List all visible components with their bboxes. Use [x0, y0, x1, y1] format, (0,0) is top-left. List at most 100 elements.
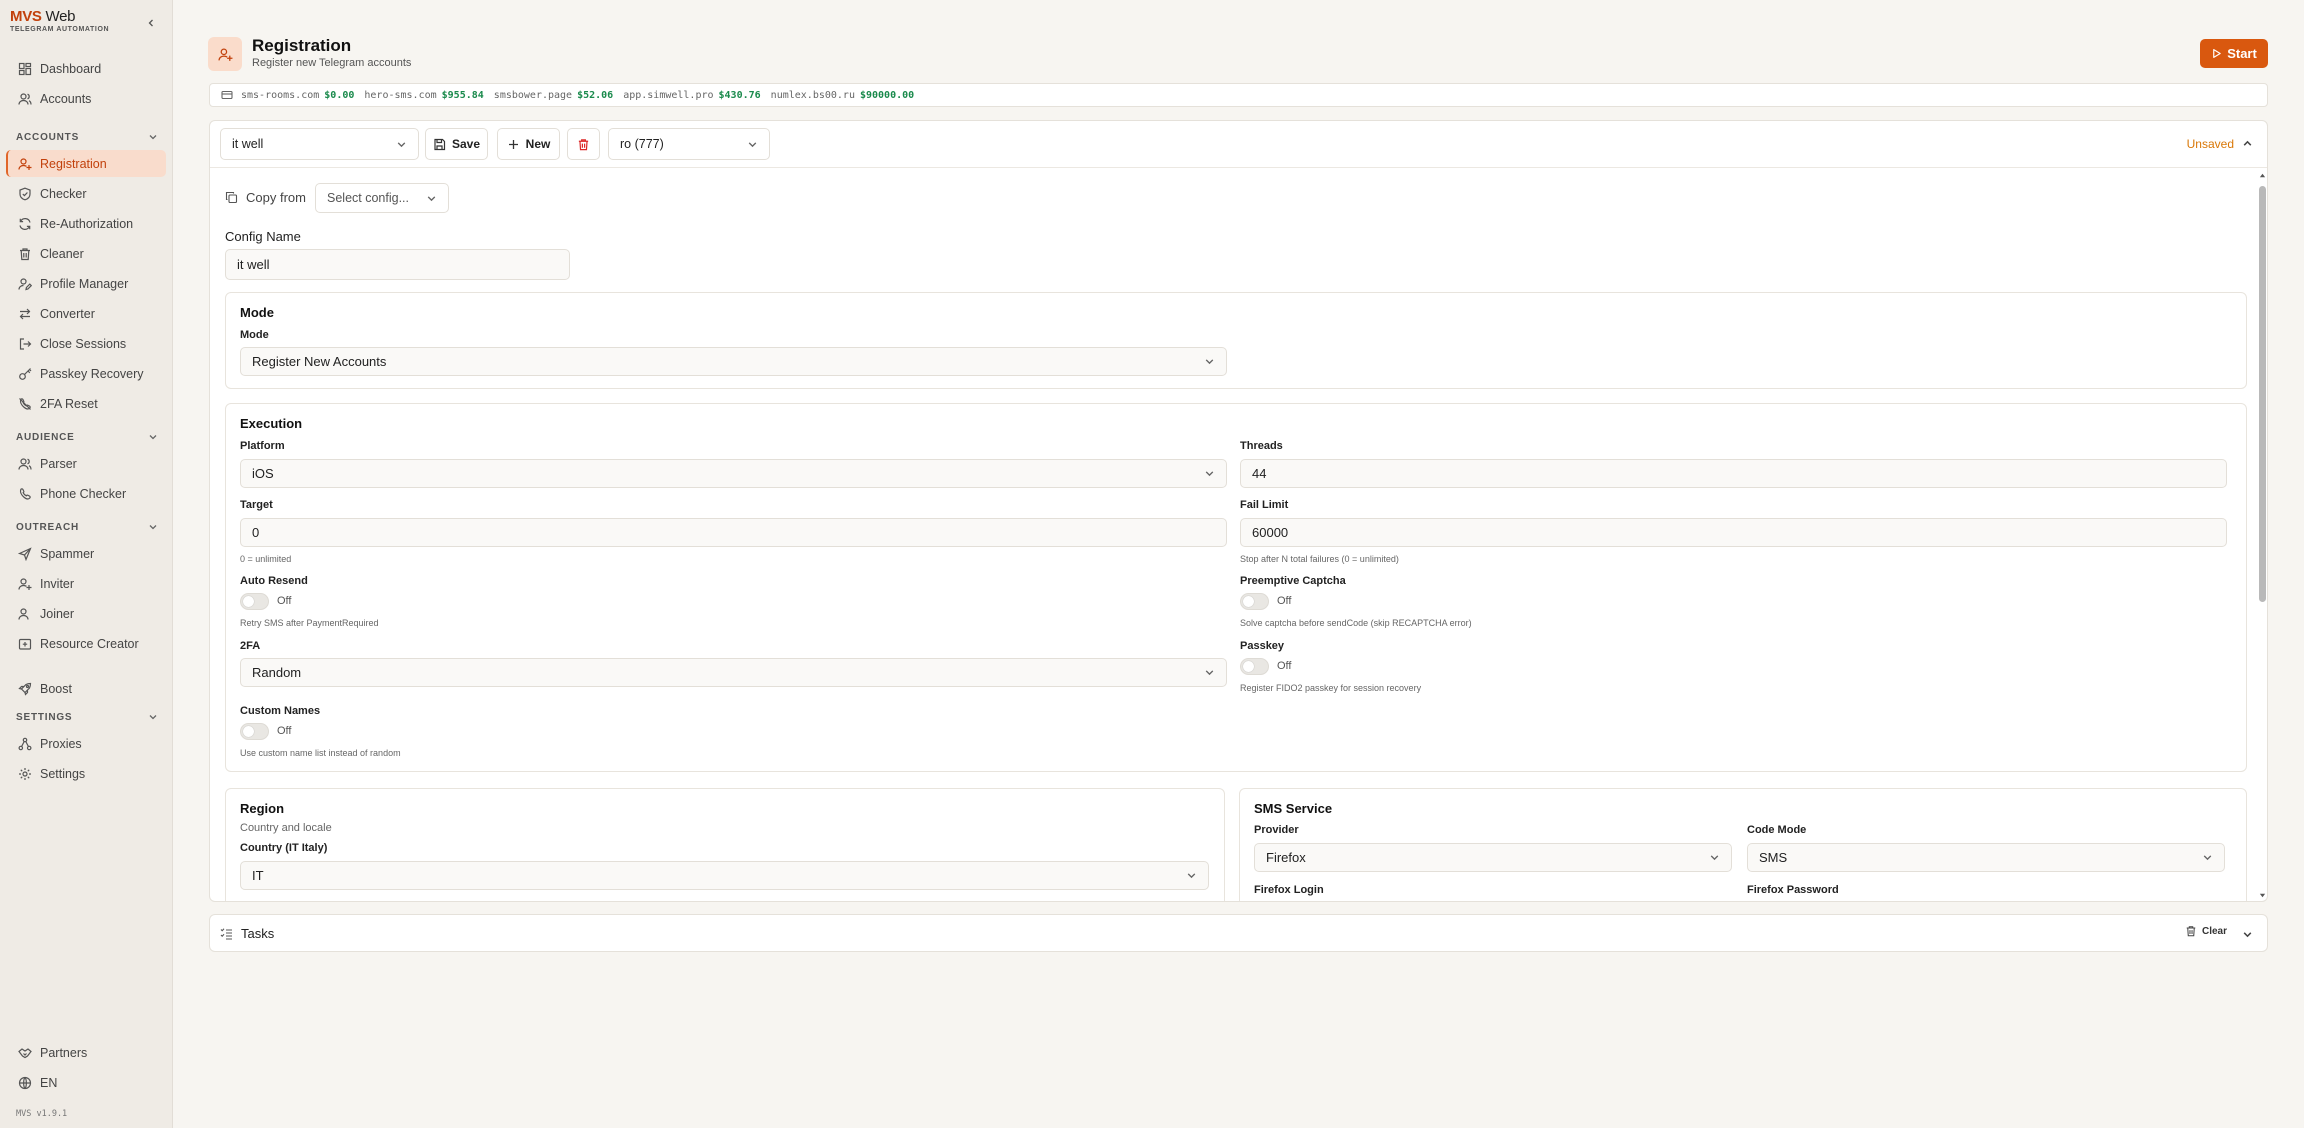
start-label: Start [2227, 46, 2257, 61]
twofa-select-value: Random [252, 665, 302, 680]
clear-tasks-button[interactable]: Clear [2185, 925, 2227, 937]
form-scrollbar[interactable] [2257, 170, 2267, 900]
copy-from-select[interactable]: Select config... [315, 183, 449, 213]
sidebar-item-passkey-recovery[interactable]: Passkey Recovery [6, 360, 166, 387]
profile-select[interactable]: ro (777) [608, 128, 770, 160]
config-name-input[interactable]: it well [225, 249, 570, 280]
users-icon [18, 92, 32, 105]
preemptive-captcha-toggle[interactable] [1240, 593, 1269, 610]
sidebar-item-settings[interactable]: Settings [6, 760, 166, 787]
tasks-panel[interactable]: Tasks Clear [209, 914, 2268, 952]
chevron-down-icon[interactable] [2242, 929, 2253, 940]
new-config-button[interactable]: New [497, 128, 560, 160]
chevron-down-icon [149, 525, 157, 530]
balance-bar: sms-rooms.com $0.00 hero-sms.com $955.84 s… [209, 83, 2268, 107]
balance-item: smsbower.page $52.06 [494, 90, 613, 101]
sidebar-section-settings[interactable]: SETTINGS [16, 710, 158, 724]
twofa-label: 2FA [240, 640, 261, 652]
sidebar-item-boost[interactable]: Boost [6, 675, 166, 702]
chevron-up-icon[interactable] [2242, 138, 2253, 149]
sidebar-section-audience[interactable]: AUDIENCE [16, 430, 158, 444]
passkey-toggle[interactable] [1240, 658, 1269, 675]
custom-names-label: Custom Names [240, 705, 321, 717]
sidebar-item-label: Phone Checker [40, 486, 127, 501]
sidebar-item-converter[interactable]: Converter [6, 300, 166, 327]
save-label: Save [451, 137, 481, 151]
balance-amount: $430.76 [718, 89, 761, 101]
sidebar: MVS Web TELEGRAM AUTOMATION Dashboard Ac… [0, 0, 173, 1128]
logo-web: Web [45, 8, 76, 25]
mode-label: Mode [240, 329, 269, 341]
section-title: Execution [240, 416, 303, 431]
user-plus-icon [217, 48, 232, 61]
custom-names-toggle[interactable] [240, 723, 269, 740]
sidebar-item-accounts[interactable]: Accounts [6, 85, 166, 112]
sidebar-item-resource-creator[interactable]: Resource Creator [6, 630, 166, 657]
sidebar-item-phone-checker[interactable]: Phone Checker [6, 480, 166, 507]
save-button[interactable]: Save [425, 128, 488, 160]
code-mode-select[interactable]: SMS [1747, 843, 2225, 872]
threads-input[interactable]: 44 [1240, 459, 2227, 488]
scroll-up-icon[interactable] [2259, 172, 2266, 179]
provider-select[interactable]: Firefox [1254, 843, 1732, 872]
auto-resend-hint: Retry SMS after PaymentRequired [240, 618, 379, 628]
section-title: Mode [240, 305, 274, 320]
section-subtitle: Country and locale [240, 822, 332, 834]
execution-section: Execution Platform iOS Threads 44 Target… [225, 403, 2247, 772]
delete-config-button[interactable] [567, 128, 600, 160]
chevron-down-icon [748, 141, 757, 147]
fail-limit-input[interactable]: 60000 [1240, 518, 2227, 547]
platform-select[interactable]: iOS [240, 459, 1227, 488]
sidebar-item-partners[interactable]: Partners [6, 1039, 166, 1066]
balance-service: smsbower.page [493, 89, 573, 101]
language-selector[interactable]: EN [6, 1069, 166, 1096]
twofa-select[interactable]: Random [240, 658, 1227, 687]
sidebar-item-dashboard[interactable]: Dashboard [6, 55, 166, 82]
page-subtitle: Register new Telegram accounts [252, 57, 412, 69]
scroll-down-icon[interactable] [2259, 892, 2266, 899]
key-icon [19, 367, 32, 380]
sidebar-item-label: Dashboard [40, 61, 102, 76]
sidebar-item-cleaner[interactable]: Cleaner [6, 240, 166, 267]
clear-label: Clear [2201, 925, 2227, 937]
send-icon [18, 546, 32, 561]
balance-service: hero-sms.com [364, 89, 437, 101]
sidebar-item-re-authorization[interactable]: Re-Authorization [6, 210, 166, 237]
sidebar-item-label: Close Sessions [40, 336, 127, 351]
sidebar-item-checker[interactable]: Checker [6, 180, 166, 207]
sidebar-item-label: Spammer [40, 546, 95, 561]
collapse-sidebar-icon[interactable] [146, 18, 156, 28]
sidebar-item-label: EN [40, 1075, 58, 1090]
sidebar-item-2fa-reset[interactable]: 2FA Reset [6, 390, 166, 417]
phone-off-icon [19, 397, 31, 410]
chevron-down-icon [149, 715, 157, 720]
phone-icon [19, 487, 31, 499]
sidebar-item-proxies[interactable]: Proxies [6, 730, 166, 757]
auto-resend-toggle[interactable] [240, 593, 269, 610]
start-button[interactable]: Start [2200, 39, 2268, 68]
sidebar-section-accounts[interactable]: ACCOUNTS [16, 130, 158, 144]
target-input[interactable]: 0 [240, 518, 1227, 547]
scrollbar-thumb[interactable] [2259, 186, 2266, 602]
sidebar-section-outreach[interactable]: OUTREACH [16, 520, 158, 534]
sidebar-item-profile-manager[interactable]: Profile Manager [6, 270, 166, 297]
trash-icon [2186, 926, 2196, 937]
sidebar-item-label: Profile Manager [40, 276, 129, 291]
sidebar-item-close-sessions[interactable]: Close Sessions [6, 330, 166, 357]
mode-select[interactable]: Register New Accounts [240, 347, 1227, 376]
provider-label: Provider [1254, 824, 1299, 836]
sidebar-item-parser[interactable]: Parser [6, 450, 166, 477]
balance-amount: $955.84 [441, 89, 484, 101]
balance-service: numlex.bs00.ru [770, 89, 855, 101]
country-select[interactable]: IT [240, 861, 1209, 890]
sidebar-item-spammer[interactable]: Spammer [6, 540, 166, 567]
sidebar-item-joiner[interactable]: Joiner [6, 600, 166, 627]
section-title: SETTINGS [16, 711, 73, 723]
sidebar-item-inviter[interactable]: Inviter [6, 570, 166, 597]
copy-from-placeholder: Select config... [327, 191, 409, 205]
config-select[interactable]: it well [220, 128, 419, 160]
user-plus-icon [18, 157, 32, 170]
app-version: MVS v1.9.1 [16, 1109, 68, 1119]
sidebar-item-registration[interactable]: Registration [6, 150, 166, 177]
profile-select-value: ro (777) [620, 137, 664, 151]
